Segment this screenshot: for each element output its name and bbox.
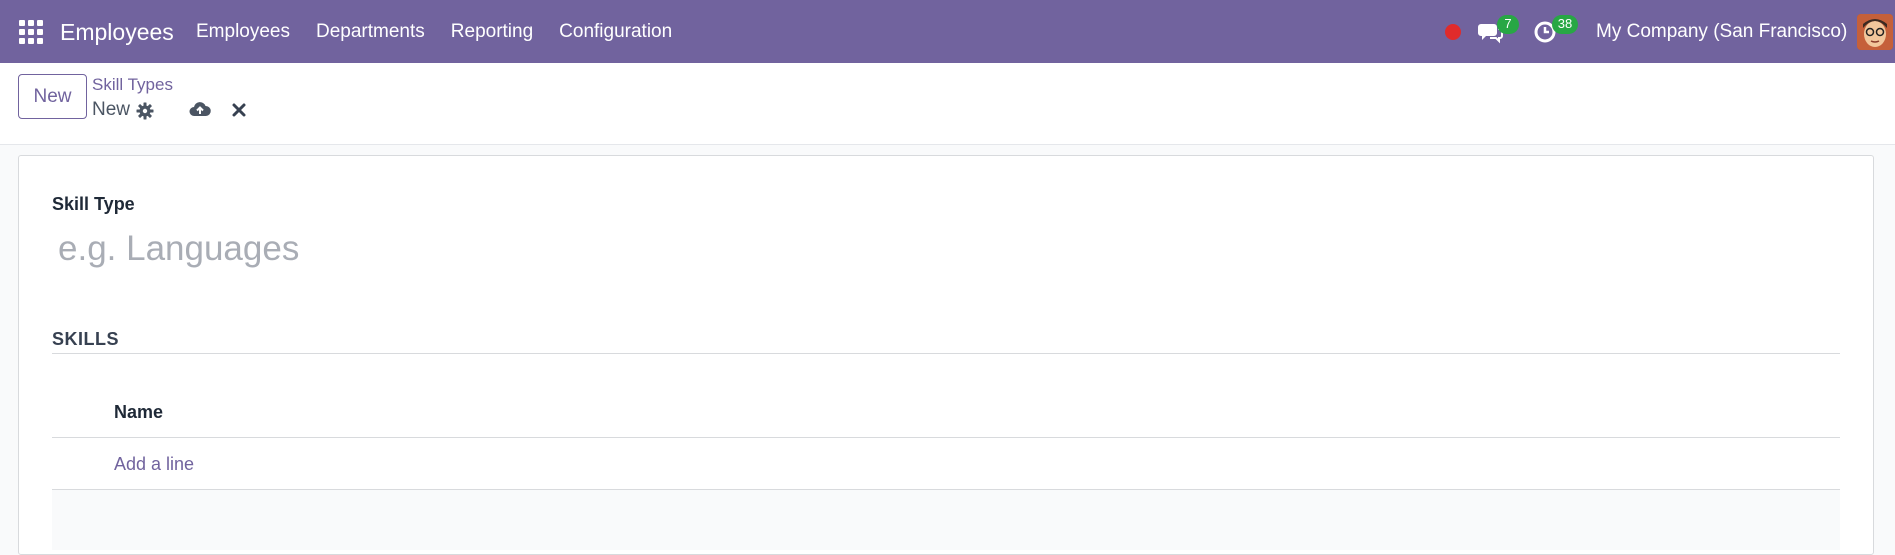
company-switcher[interactable]: My Company (San Francisco) <box>1596 21 1847 43</box>
new-button[interactable]: New <box>18 74 87 119</box>
menu-item-employees[interactable]: Employees <box>196 21 290 43</box>
skill-type-label: Skill Type <box>52 194 135 214</box>
app-grid-icon[interactable] <box>19 20 43 44</box>
section-divider <box>52 353 1840 354</box>
breadcrumb-current-record: New <box>92 99 131 120</box>
form-sheet: Skill Type SKILLS Name Add a line <box>18 155 1874 555</box>
control-panel: New Skill Types New <box>0 63 1895 145</box>
gear-icon[interactable] <box>136 102 154 120</box>
menu-item-reporting[interactable]: Reporting <box>451 21 533 43</box>
chat-count-badge: 7 <box>1497 15 1519 34</box>
table-header-divider <box>52 437 1840 438</box>
skills-section-title: SKILLS <box>52 329 120 349</box>
breadcrumb-skill-types[interactable]: Skill Types <box>92 75 173 95</box>
activity-count-badge: 38 <box>1552 15 1578 34</box>
add-line-link[interactable]: Add a line <box>114 454 194 475</box>
app-title[interactable]: Employees <box>60 19 174 46</box>
menu-item-configuration[interactable]: Configuration <box>559 21 672 43</box>
discard-close-icon[interactable] <box>231 101 247 119</box>
main-menu: Employees Departments Reporting Configur… <box>196 21 698 43</box>
name-column-header[interactable]: Name <box>114 402 163 423</box>
skill-type-input[interactable] <box>52 224 1752 274</box>
top-navbar: Employees Employees Departments Reportin… <box>0 0 1895 63</box>
menu-item-departments[interactable]: Departments <box>316 21 425 43</box>
user-avatar[interactable] <box>1857 14 1893 50</box>
table-empty-area <box>52 490 1840 550</box>
recording-indicator-icon[interactable] <box>1445 24 1461 40</box>
save-cloud-upload-icon[interactable] <box>189 100 211 120</box>
